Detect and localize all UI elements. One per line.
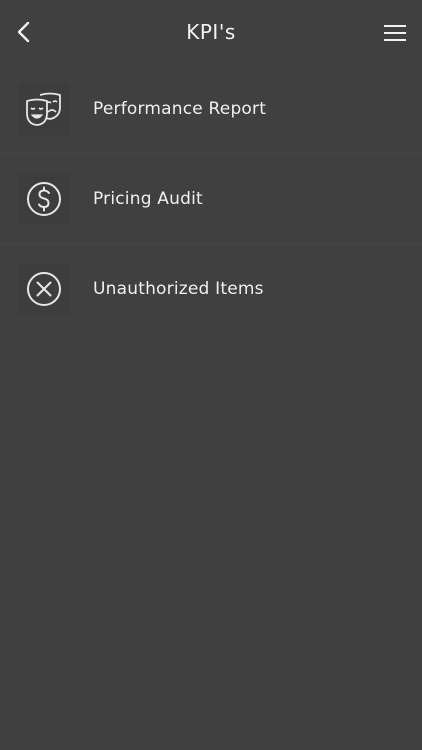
menu-button[interactable] bbox=[380, 18, 410, 48]
item-label: Unauthorized Items bbox=[93, 278, 264, 299]
list-item-unauthorized-items[interactable]: Unauthorized Items bbox=[0, 243, 422, 333]
dollar-circle-icon bbox=[27, 181, 61, 216]
x-circle-icon bbox=[27, 271, 61, 306]
item-label: Performance Report bbox=[93, 98, 267, 119]
item-icon-box bbox=[18, 262, 70, 315]
item-icon-box bbox=[18, 82, 70, 135]
page-title: KPI's bbox=[186, 20, 236, 44]
hamburger-menu-icon bbox=[384, 25, 406, 41]
app-header: KPI's bbox=[0, 0, 422, 66]
kpi-list: Performance Report Pricing Audit Unautho… bbox=[0, 64, 422, 333]
list-item-pricing-audit[interactable]: Pricing Audit bbox=[0, 153, 422, 243]
list-item-performance-report[interactable]: Performance Report bbox=[0, 64, 422, 153]
theater-masks-icon bbox=[26, 92, 61, 126]
item-icon-box bbox=[18, 172, 70, 225]
item-label: Pricing Audit bbox=[93, 188, 203, 209]
